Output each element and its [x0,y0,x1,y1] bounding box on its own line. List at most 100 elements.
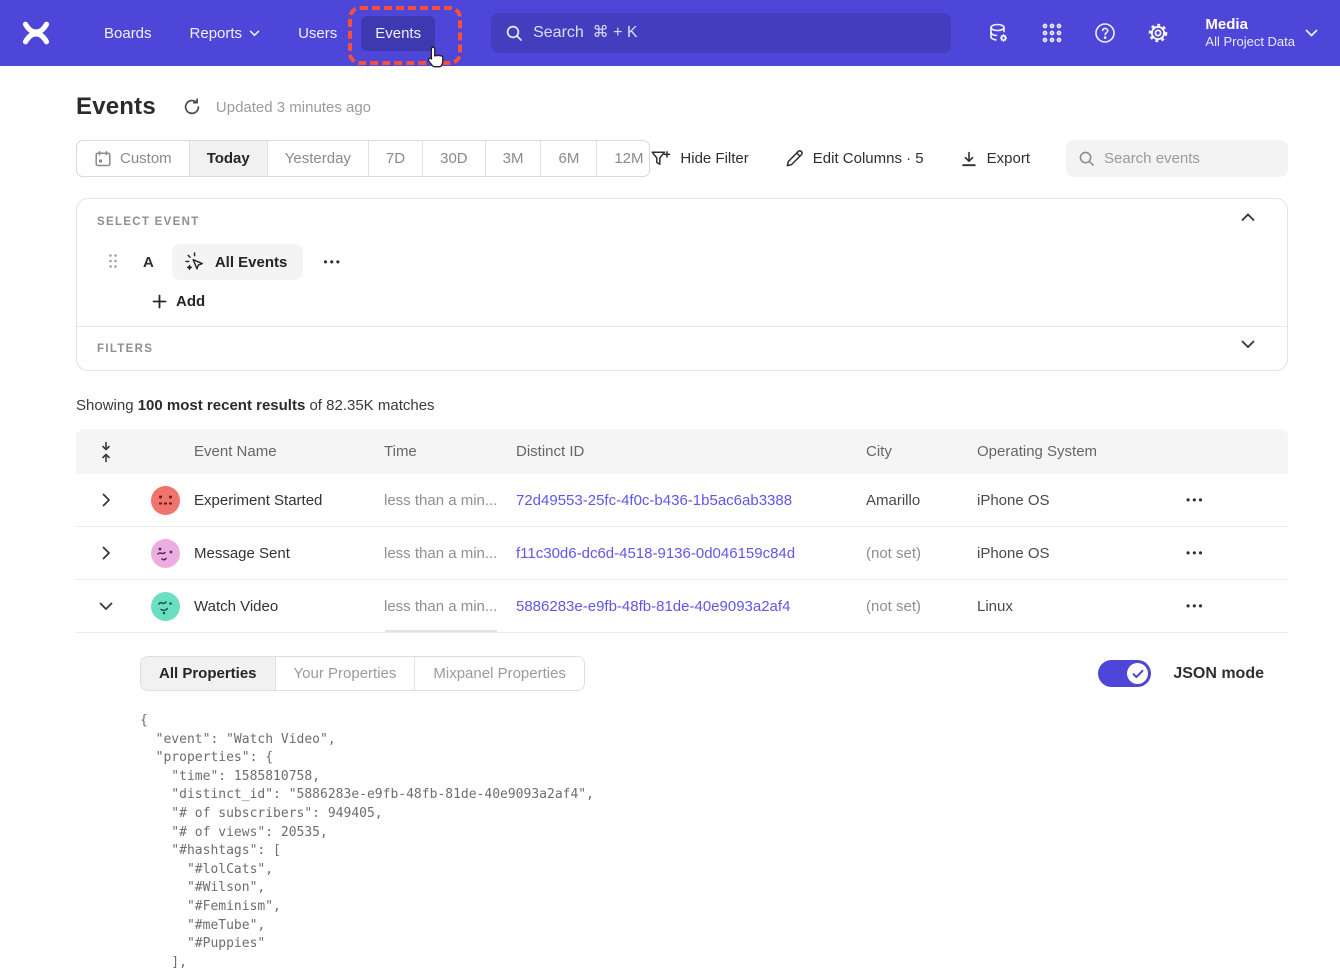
edit-columns-button[interactable]: Edit Columns · 5 [785,149,924,168]
step-letter: A [143,254,154,271]
column-header-city[interactable]: City [866,443,977,460]
drag-handle-icon[interactable] [107,252,121,272]
results-summary: Showing 100 most recent results of 82.35… [76,397,1288,414]
query-builder-panel: SELECT EVENT A [76,198,1288,371]
properties-tabs: All Properties Your Properties Mixpanel … [140,656,585,691]
expand-filters-icon[interactable] [1241,340,1259,358]
mixpanel-logo-icon[interactable] [20,18,54,48]
date-option-custom[interactable]: Custom [77,141,190,176]
expand-row-icon[interactable] [98,492,114,508]
search-icon [505,24,523,42]
date-option-12m[interactable]: 12M [597,141,650,176]
edit-columns-label: Edit Columns · 5 [813,150,924,167]
distinct-id-link[interactable]: 5886283e-e9fb-48fb-81de-40e9093a2af4 [516,598,866,615]
column-header-time[interactable]: Time [384,443,516,460]
page-title: Events [76,93,156,121]
event-query-row: A All Events ••• [97,244,1267,280]
pencil-icon [785,149,804,168]
event-city: Amarillo [866,492,977,509]
global-search[interactable] [491,13,951,53]
nav-item-reports[interactable]: Reports [176,16,275,51]
date-option-6m[interactable]: 6M [541,141,597,176]
date-option-yesterday[interactable]: Yesterday [268,141,369,176]
date-option-7d[interactable]: 7D [369,141,423,176]
collapse-section-icon[interactable] [1241,213,1259,231]
table-row[interactable]: Message Sent less than a min... f11c30d6… [76,527,1288,580]
date-option-3m[interactable]: 3M [486,141,542,176]
project-name: Media [1205,15,1295,35]
calendar-icon [94,150,112,168]
table-row[interactable]: Experiment Started less than a min... 72… [76,474,1288,527]
collapse-all-rows-icon[interactable] [98,441,114,463]
filter-funnel-icon [650,149,671,169]
project-selector[interactable]: Media All Project Data [1205,15,1318,51]
chevron-down-icon [249,30,260,37]
event-time: less than a min... [384,598,516,615]
event-city: (not set) [866,545,977,562]
nav-right-group: Media All Project Data [987,15,1318,51]
date-option-today[interactable]: Today [190,141,268,176]
column-header-event-name[interactable]: Event Name [194,443,384,460]
event-time: less than a min... [384,492,516,509]
date-range-selector: Custom Today Yesterday 7D 30D 3M 6M 12M [76,140,650,177]
tab-mixpanel-properties[interactable]: Mixpanel Properties [415,657,584,690]
time-cell-underline [385,630,497,632]
search-events-input[interactable] [1104,150,1276,167]
event-os: iPhone OS [977,545,1172,562]
event-os: Linux [977,598,1172,615]
event-os: iPhone OS [977,492,1172,509]
plus-icon [152,294,167,309]
top-nav: Boards Reports Users Events [0,0,1340,66]
json-mode-toggle[interactable] [1098,660,1151,687]
column-header-distinct-id[interactable]: Distinct ID [516,443,866,460]
select-event-label: SELECT EVENT [97,216,200,228]
event-name: Experiment Started [194,492,384,509]
tab-all-properties[interactable]: All Properties [141,657,276,690]
row-menu-button[interactable]: ••• [1172,599,1288,613]
search-icon [1078,150,1095,167]
row-menu-button[interactable]: ••• [1172,546,1288,560]
add-event-label: Add [176,293,205,310]
nav-item-users[interactable]: Users [284,16,351,51]
title-row: Events Updated 3 minutes ago [76,93,1288,121]
date-option-30d[interactable]: 30D [423,141,486,176]
nav-item-boards[interactable]: Boards [90,16,166,51]
event-row-menu-button[interactable]: ••• [317,251,348,273]
refresh-icon[interactable] [182,97,202,117]
results-summary-prefix: Showing [76,397,138,414]
row-menu-button[interactable]: ••• [1172,493,1288,507]
event-detail-panel: All Properties Your Properties Mixpanel … [76,633,1288,972]
event-avatar [151,486,180,515]
expand-row-icon[interactable] [98,545,114,561]
global-search-input[interactable] [533,24,937,42]
table-row[interactable]: Watch Video less than a min... 5886283e-… [76,580,1288,633]
chevron-down-icon [1305,29,1318,37]
export-button[interactable]: Export [960,150,1030,168]
event-name: Watch Video [194,598,384,615]
apps-grid-icon[interactable] [1040,21,1064,45]
help-icon[interactable] [1093,21,1117,45]
toolbar: Hide Filter Edit Columns · 5 Export [650,140,1288,177]
table-header: Event Name Time Distinct ID City Operati… [76,429,1288,474]
collapse-row-icon[interactable] [98,598,114,614]
data-management-icon[interactable] [987,21,1011,45]
hide-filter-label: Hide Filter [680,150,748,167]
distinct-id-link[interactable]: f11c30d6-dc6d-4518-9136-0d046159c84d [516,545,866,562]
nav-item-events[interactable]: Events [361,16,435,51]
hide-filter-button[interactable]: Hide Filter [650,149,748,169]
filters-section[interactable]: FILTERS [77,327,1287,370]
event-avatar [151,592,180,621]
json-mode-label: JSON mode [1173,665,1264,683]
toggle-check-icon [1127,663,1148,684]
events-table: Event Name Time Distinct ID City Operati… [76,429,1288,972]
controls-row: Custom Today Yesterday 7D 30D 3M 6M 12M … [76,140,1288,177]
project-scope: All Project Data [1205,34,1295,51]
primary-nav: Boards Reports Users Events [90,16,435,51]
all-events-chip[interactable]: All Events [172,244,304,280]
settings-gear-icon[interactable] [1146,21,1170,45]
add-event-button[interactable]: Add [152,293,1267,312]
column-header-os[interactable]: Operating System [977,443,1172,460]
tab-your-properties[interactable]: Your Properties [276,657,416,690]
search-events-box[interactable] [1066,140,1288,177]
distinct-id-link[interactable]: 72d49553-25fc-4f0c-b436-1b5ac6ab3388 [516,492,866,509]
